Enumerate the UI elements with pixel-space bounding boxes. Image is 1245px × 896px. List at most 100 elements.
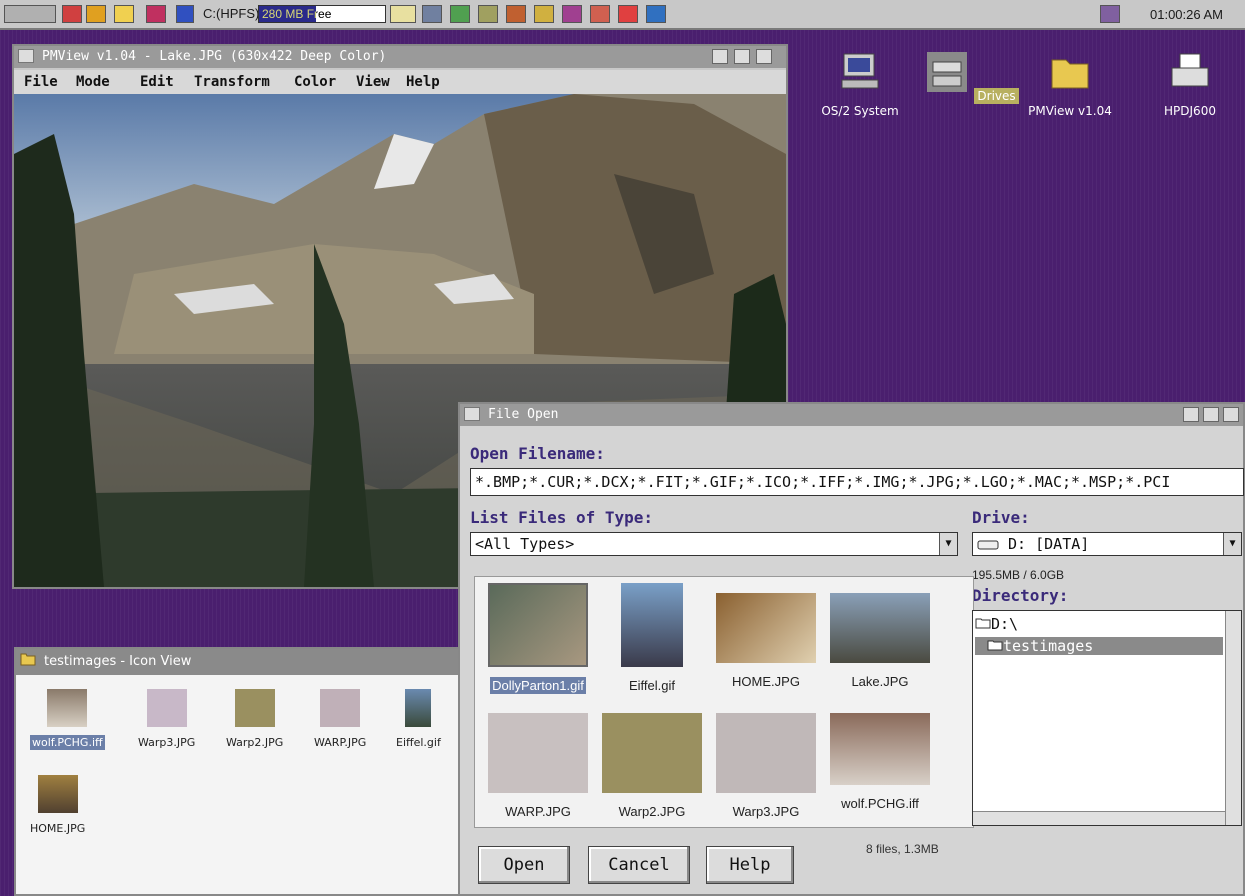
- item-label: Warp3.JPG: [138, 736, 196, 749]
- desktop-icon-label: PMView v1.04: [1028, 104, 1112, 118]
- free-space-gauge: 280 MB Free: [258, 5, 386, 23]
- item-label: Warp2.JPG: [226, 736, 284, 749]
- menu-transform[interactable]: Transform: [194, 74, 270, 90]
- item-label: WARP.JPG: [314, 736, 367, 749]
- clock: 01:00:26 AM: [1150, 7, 1223, 22]
- help-button[interactable]: Help: [706, 846, 794, 884]
- terminal-icon[interactable]: [478, 5, 498, 23]
- thumbnail: [47, 689, 88, 727]
- thumbnail: [405, 689, 432, 727]
- thumbnail: [488, 583, 588, 667]
- item-label: Eiffel.gif: [396, 736, 441, 749]
- vertical-scrollbar[interactable]: [1225, 611, 1241, 825]
- find-icon[interactable]: [114, 5, 134, 23]
- file-item[interactable]: Eiffel.gif: [595, 583, 709, 694]
- cancel-button[interactable]: Cancel: [588, 846, 690, 884]
- menu-mode[interactable]: Mode: [76, 74, 110, 90]
- pmview-titlebar[interactable]: PMView v1.04 - Lake.JPG (630x422 Deep Co…: [14, 46, 786, 68]
- file-label: Eiffel.gif: [628, 678, 675, 693]
- network-icon[interactable]: [422, 5, 442, 23]
- menu-help[interactable]: Help: [406, 74, 440, 90]
- editor-icon[interactable]: [450, 5, 470, 23]
- windows-icon[interactable]: [62, 5, 82, 23]
- system-menu-icon[interactable]: [464, 407, 480, 421]
- media-icon[interactable]: [618, 5, 638, 23]
- horizontal-scrollbar[interactable]: [973, 811, 1225, 825]
- launchpad-icon[interactable]: [4, 5, 56, 23]
- file-item[interactable]: DollyParton1.gif: [481, 583, 595, 694]
- restore-button[interactable]: [1203, 407, 1219, 422]
- system-tray-icon[interactable]: [1100, 5, 1120, 23]
- filename-value: *.BMP;*.CUR;*.DCX;*.FIT;*.GIF;*.ICO;*.IF…: [475, 473, 1171, 491]
- directory-label: Directory:: [972, 586, 1069, 605]
- directory-item[interactable]: D:\: [975, 615, 1018, 633]
- file-item[interactable]: HOME.JPG: [709, 593, 823, 690]
- drive-space: 195.5MB / 6.0GB: [972, 568, 1065, 582]
- file-label: DollyParton1.gif: [490, 677, 586, 694]
- drive-select[interactable]: D: [DATA] ▼: [972, 532, 1242, 556]
- file-label: wolf.PCHG.iff: [841, 796, 919, 811]
- desktop-icon-printer[interactable]: HPDJ600: [1140, 50, 1240, 118]
- menu-color[interactable]: Color: [294, 74, 336, 90]
- desktop-icon-os2-system[interactable]: OS/2 System: [810, 50, 910, 118]
- minimize-button[interactable]: [734, 49, 750, 64]
- maximize-button[interactable]: [756, 49, 772, 64]
- filename-label: Open Filename:: [470, 444, 605, 463]
- icon-view-item[interactable]: Eiffel.gif: [396, 689, 441, 750]
- folder-icon: [1051, 59, 1089, 89]
- file-count: 8 files, 1.3MB: [866, 842, 939, 856]
- file-type-label: List Files of Type:: [470, 508, 654, 527]
- file-item[interactable]: wolf.PCHG.iff: [823, 713, 937, 812]
- flag-icon[interactable]: [646, 5, 666, 23]
- icon-view-item[interactable]: wolf.PCHG.iff: [30, 689, 105, 750]
- menu-file[interactable]: File: [24, 74, 58, 90]
- drive-label: C:(HPFS): [203, 6, 260, 21]
- icon-view-item[interactable]: Warp3.JPG: [138, 689, 195, 750]
- icon-view-item[interactable]: WARP.JPG: [314, 689, 366, 750]
- open-folder-icon: [975, 618, 991, 629]
- icon-view-item[interactable]: Warp2.JPG: [226, 689, 283, 750]
- shredder-icon[interactable]: [146, 5, 166, 23]
- open-button[interactable]: Open: [478, 846, 570, 884]
- file-label: WARP.JPG: [505, 804, 571, 819]
- thumbnail: [830, 593, 930, 663]
- file-open-titlebar[interactable]: File Open: [460, 404, 1243, 426]
- window-title: PMView v1.04 - Lake.JPG (630x422 Deep Co…: [42, 49, 387, 64]
- grid-icon[interactable]: [590, 5, 610, 23]
- menu-view[interactable]: View: [356, 74, 390, 90]
- thumbnail: [716, 713, 816, 793]
- hide-button[interactable]: [712, 49, 728, 64]
- window-title: File Open: [488, 407, 559, 422]
- books-icon[interactable]: [506, 5, 526, 23]
- system-menu-icon[interactable]: [18, 49, 34, 63]
- filename-input[interactable]: *.BMP;*.CUR;*.DCX;*.FIT;*.GIF;*.ICO;*.IF…: [470, 468, 1244, 496]
- desktop-icon-drives[interactable]: Drives: [922, 50, 1022, 104]
- file-item[interactable]: WARP.JPG: [481, 713, 595, 820]
- desktop-icon-pmview[interactable]: PMView v1.04: [1020, 50, 1120, 118]
- chevron-down-icon[interactable]: ▼: [939, 533, 957, 555]
- drive-status-icon[interactable]: [176, 5, 194, 23]
- file-item[interactable]: Warp2.JPG: [595, 713, 709, 820]
- thumbnail: [488, 713, 588, 793]
- folder-app-icon[interactable]: [534, 5, 554, 23]
- drive-value: D: [DATA]: [1008, 535, 1090, 553]
- file-item[interactable]: Warp3.JPG: [709, 713, 823, 820]
- paint-icon[interactable]: [562, 5, 582, 23]
- menu-edit[interactable]: Edit: [140, 74, 174, 90]
- file-label: Lake.JPG: [851, 674, 909, 689]
- folder-icon[interactable]: [20, 652, 36, 666]
- directory-item[interactable]: testimages: [975, 637, 1223, 655]
- thumbnail: [320, 689, 361, 727]
- maximize-button[interactable]: [1223, 407, 1239, 422]
- icon-view-item[interactable]: HOME.JPG: [30, 775, 85, 836]
- drives-icon: [927, 52, 968, 92]
- file-label: HOME.JPG: [732, 674, 800, 689]
- icon-view-titlebar[interactable]: testimages - Icon View: [16, 649, 472, 675]
- icon-view-window: testimages - Icon View wolf.PCHG.iff War…: [14, 647, 474, 896]
- close-button[interactable]: [1183, 407, 1199, 422]
- chevron-down-icon[interactable]: ▼: [1223, 533, 1241, 555]
- file-type-select[interactable]: <All Types> ▼: [470, 532, 958, 556]
- tray-icon[interactable]: [390, 5, 416, 23]
- file-item[interactable]: Lake.JPG: [823, 593, 937, 690]
- lock-icon[interactable]: [86, 5, 106, 23]
